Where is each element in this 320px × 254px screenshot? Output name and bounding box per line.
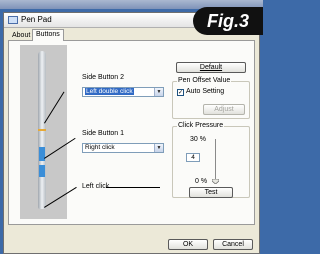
chevron-down-icon[interactable]: ▼	[154, 144, 163, 152]
pen-offset-title: Pen Offset Value	[177, 77, 232, 84]
click-pressure-group: Click Pressure 30 % 4 0 % Test	[172, 122, 250, 198]
adjust-button[interactable]: Adjust	[203, 104, 245, 115]
pen-illustration	[20, 45, 67, 219]
pen-icon	[38, 51, 46, 209]
pressure-max-label: 30 %	[190, 136, 206, 143]
figure-label: Fig.3	[193, 7, 263, 35]
pressure-slider[interactable]	[215, 139, 216, 183]
pen-offset-group: Pen Offset Value ✓ Auto Setting Adjust	[172, 77, 250, 119]
default-button-label: Default	[199, 64, 223, 71]
connector-line	[106, 187, 160, 188]
auto-setting-checkbox[interactable]: ✓	[177, 89, 184, 96]
ok-button[interactable]: OK	[168, 239, 208, 250]
cancel-button[interactable]: Cancel	[213, 239, 253, 250]
side-button-1-dropdown[interactable]: Right click ▼	[82, 143, 164, 153]
pressure-slider-thumb[interactable]	[211, 178, 220, 185]
pen-band	[38, 129, 46, 131]
test-button[interactable]: Test	[189, 187, 233, 198]
pen-side-button-1-marker	[39, 165, 45, 177]
click-pressure-title: Click Pressure	[177, 122, 225, 129]
app-icon	[8, 16, 18, 24]
pressure-min-label: 0 %	[195, 178, 208, 185]
window-title: Pen Pad	[21, 15, 52, 24]
side-button-2-value: Left double click	[85, 88, 134, 95]
tip-label: Left click	[82, 183, 110, 190]
tab-buttons[interactable]: Buttons	[32, 29, 64, 41]
side-button-2-dropdown[interactable]: Left double click ▼	[82, 87, 164, 97]
side-button-1-label: Side Button 1	[82, 130, 125, 137]
pen-pad-dialog: Pen Pad Fig.3 About Buttons Side Button …	[3, 7, 263, 254]
default-button[interactable]: Default	[176, 62, 246, 73]
pressure-value-field[interactable]: 4	[186, 153, 200, 162]
auto-setting-label: Auto Setting	[186, 88, 225, 95]
chevron-down-icon[interactable]: ▼	[154, 88, 163, 96]
side-button-2-label: Side Button 2	[82, 74, 125, 81]
side-button-1-value: Right click	[85, 144, 115, 151]
